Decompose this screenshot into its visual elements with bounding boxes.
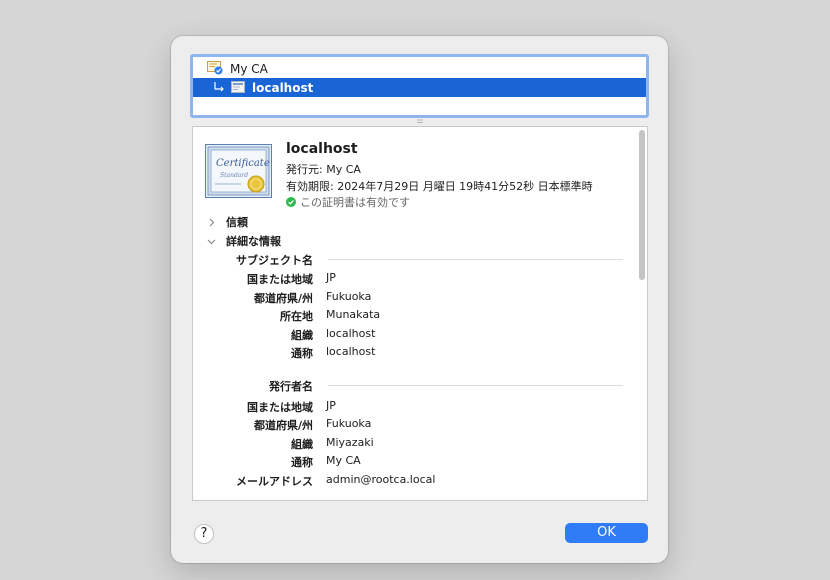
issuer-field-row: 組織 Miyazaki bbox=[193, 436, 623, 452]
issuer-field-row: メールアドレス admin@rootca.local bbox=[193, 473, 623, 489]
details-section-toggle[interactable]: 詳細な情報 bbox=[207, 233, 281, 249]
trust-section-toggle[interactable]: 信頼 bbox=[207, 214, 248, 230]
subject-field-row: 通称 localhost bbox=[193, 345, 623, 361]
subject-name-label: サブジェクト名 bbox=[236, 254, 313, 267]
field-label: 国または地域 bbox=[247, 273, 313, 286]
certificate-status: この証明書は有効です bbox=[286, 194, 410, 210]
field-label: 所在地 bbox=[280, 310, 313, 323]
field-value: JP bbox=[326, 399, 336, 412]
field-label: 通称 bbox=[291, 456, 313, 469]
tree-elbow-icon bbox=[214, 82, 224, 92]
field-value: localhost bbox=[326, 345, 376, 358]
certificate-issuer: 発行元: My CA bbox=[286, 163, 361, 176]
certificate-dialog: My CA localhost Certificate Standard loc… bbox=[171, 36, 668, 563]
field-label: 都道府県/州 bbox=[253, 419, 313, 432]
trust-section-label: 信頼 bbox=[226, 216, 248, 229]
field-value: Fukuoka bbox=[326, 290, 372, 303]
issuer-field-row: 通称 My CA bbox=[193, 454, 623, 470]
details-scrollbar[interactable] bbox=[639, 130, 645, 280]
certificate-icon bbox=[231, 81, 245, 93]
tree-item-label: localhost bbox=[252, 80, 314, 95]
chevron-right-icon bbox=[209, 218, 215, 226]
tree-item-localhost[interactable]: localhost bbox=[193, 78, 646, 97]
certificate-status-text: この証明書は有効です bbox=[300, 196, 410, 209]
chevron-down-icon bbox=[207, 239, 216, 244]
valid-check-icon bbox=[286, 197, 296, 207]
subject-field-row: 国または地域 JP bbox=[193, 271, 623, 287]
field-value: localhost bbox=[326, 327, 376, 340]
tree-item-my-ca[interactable]: My CA bbox=[193, 59, 646, 78]
field-value: admin@rootca.local bbox=[326, 473, 436, 486]
field-label: 組織 bbox=[291, 438, 313, 451]
details-section-label: 詳細な情報 bbox=[226, 235, 281, 248]
subject-field-row: 所在地 Munakata bbox=[193, 308, 623, 324]
certificate-tree[interactable]: My CA localhost bbox=[190, 54, 649, 118]
field-value: JP bbox=[326, 271, 336, 284]
subject-field-row: 都道府県/州 Fukuoka bbox=[193, 290, 623, 306]
field-label: 国または地域 bbox=[247, 401, 313, 414]
subject-field-row: 組織 localhost bbox=[193, 327, 623, 343]
svg-text:Certificate: Certificate bbox=[216, 158, 270, 169]
field-value: My CA bbox=[326, 454, 361, 467]
certificate-image-icon: Certificate Standard bbox=[205, 144, 272, 198]
issuer-field-row: 国または地域 JP bbox=[193, 399, 623, 415]
header-divider bbox=[328, 259, 623, 260]
help-button[interactable]: ? bbox=[194, 524, 214, 544]
certificate-title: localhost bbox=[286, 141, 358, 157]
field-label: 組織 bbox=[291, 329, 313, 342]
svg-text:Standard: Standard bbox=[220, 172, 248, 179]
field-value: Munakata bbox=[326, 308, 381, 321]
certificate-details-panel[interactable]: Certificate Standard localhost 発行元: My C… bbox=[192, 126, 648, 501]
issuer-name-label: 発行者名 bbox=[269, 380, 313, 393]
ok-button[interactable]: OK bbox=[565, 523, 648, 543]
ca-certificate-icon bbox=[207, 61, 223, 75]
certificate-expiry: 有効期限: 2024年7月29日 月曜日 19時41分52秒 日本標準時 bbox=[286, 180, 593, 193]
split-resize-handle[interactable] bbox=[417, 119, 423, 124]
field-label: 通称 bbox=[291, 347, 313, 360]
field-value: Fukuoka bbox=[326, 417, 372, 430]
field-label: 都道府県/州 bbox=[253, 292, 313, 305]
tree-item-label: My CA bbox=[230, 61, 268, 76]
field-label: メールアドレス bbox=[236, 475, 313, 488]
field-value: Miyazaki bbox=[326, 436, 374, 449]
issuer-field-row: 都道府県/州 Fukuoka bbox=[193, 417, 623, 433]
header-divider bbox=[328, 385, 623, 386]
